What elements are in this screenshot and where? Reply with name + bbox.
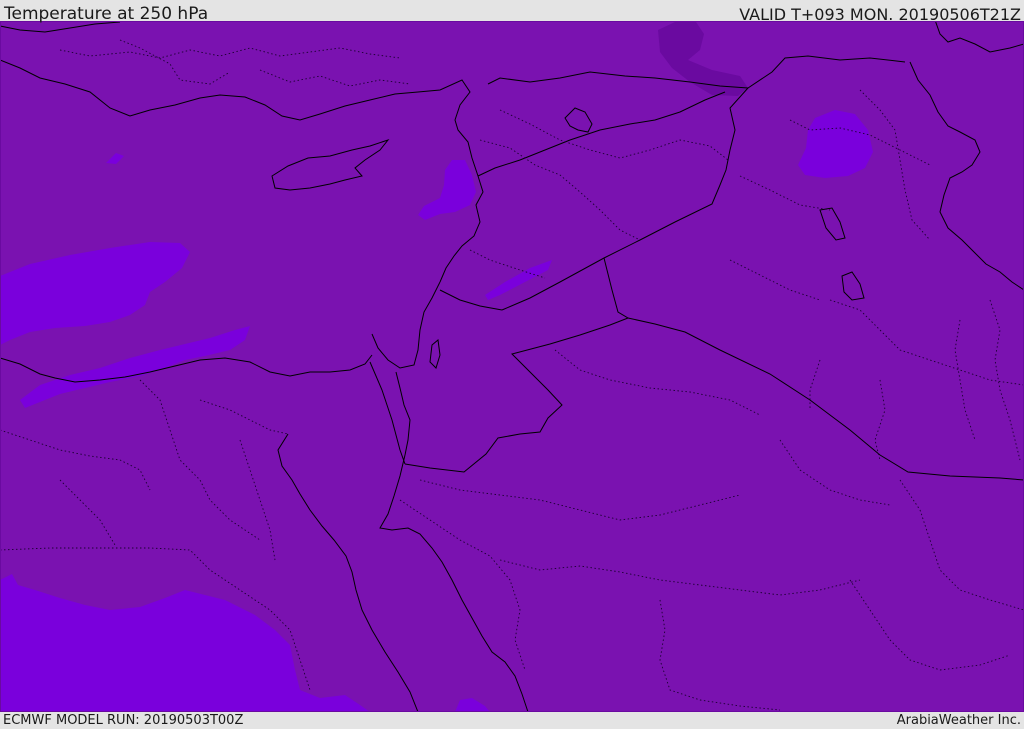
model-run-label: ECMWF MODEL RUN: 20190503T00Z (3, 713, 244, 728)
map-canvas (0, 21, 1024, 712)
map-title: Temperature at 250 hPa (4, 4, 209, 24)
weather-map (0, 21, 1024, 712)
map-header: Temperature at 250 hPa VALID T+093 MON. … (0, 0, 1024, 24)
map-footer: ECMWF MODEL RUN: 20190503T00Z ArabiaWeat… (0, 712, 1024, 729)
credit-label: ArabiaWeather Inc. (896, 713, 1021, 728)
valid-time: VALID T+093 MON. 20190506T21Z (739, 5, 1021, 24)
